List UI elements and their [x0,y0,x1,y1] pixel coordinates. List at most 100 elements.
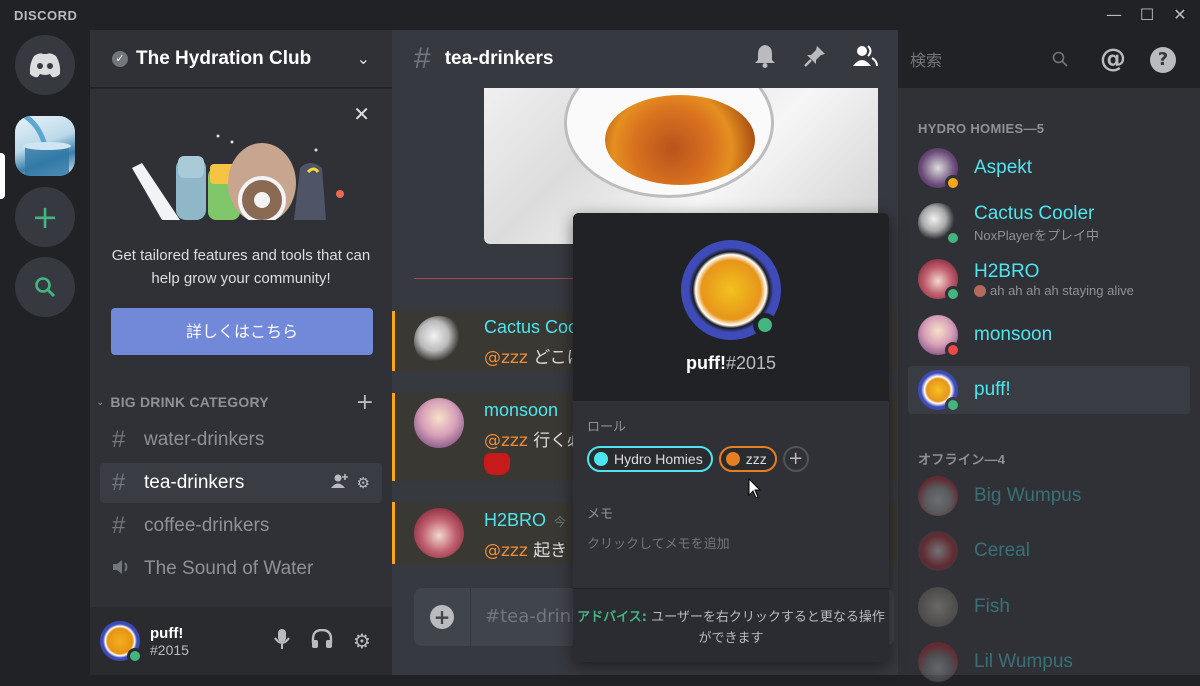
message-content: @zzz 行く必 [484,426,584,451]
explore-servers-button[interactable] [15,257,75,317]
discriminator: #2015 [725,353,777,373]
mention-highlight-bar [392,502,395,564]
user-settings-icon[interactable]: ⚙ [342,629,382,653]
active-server-indicator [0,153,5,199]
search-input[interactable]: 検索 [910,47,1052,71]
role-color-dot [725,452,740,466]
channel-coffee-drinkers[interactable]: # coffee-drinkers [100,506,382,546]
message-author[interactable]: H2BRO 今 [484,510,566,531]
popout-username: puff!#2015 [573,353,889,374]
member-item[interactable]: Big Wumpus [908,472,1190,520]
member-item[interactable]: Lil Wumpus [908,638,1190,686]
discord-wordmark: DISCORD [14,8,78,23]
close-icon[interactable]: ✕ [353,102,370,126]
home-button[interactable] [15,35,75,95]
protip: アドバイス: ユーザーを右クリックすると更なる操作ができます [573,588,889,662]
member-name: Cactus Cooler [974,202,1095,224]
member-item[interactable]: Aspekt [908,144,1190,192]
channel-the-sound-of-water[interactable]: The Sound of Water [100,549,382,589]
avatar[interactable] [100,621,143,664]
title-bar: DISCORD — ☐ ✕ [0,0,1200,30]
header-toolbar: 検索 @ ? [740,30,1188,88]
member-item[interactable]: monsoon [908,311,1190,359]
avatar[interactable] [414,398,464,448]
member-list-icon[interactable] [840,45,890,73]
upload-button[interactable]: + [414,605,470,629]
channel-label: water-drinkers [144,429,265,450]
roles-list: Hydro Homies zzz + [587,446,809,472]
create-channel-icon[interactable]: + [356,390,374,415]
user-panel: puff! #2015 ⚙ [90,607,392,675]
discord-logo-icon [29,53,61,78]
message-content: @zzz 起き [484,536,567,561]
hash-icon: # [112,426,126,453]
hash-icon: # [414,42,431,75]
member-activity: NoxPlayerをプレイ中 [974,227,1099,243]
pin-icon[interactable] [790,45,840,73]
member-item-selected[interactable]: puff! [908,366,1190,414]
member-name: monsoon [974,324,1053,345]
chevron-down-icon[interactable]: ⌄ [357,49,370,68]
custom-status-emoji [974,284,986,297]
activity-text: ah ah ah ah staying alive [990,282,1134,298]
note-label: メモ [587,507,614,522]
avatar [918,148,961,191]
guild-header[interactable]: ✓ The Hydration Club ⌄ [90,30,392,88]
channel-label: coffee-drinkers [144,515,270,536]
role-hydro-homies[interactable]: Hydro Homies [587,446,713,472]
community-illustration [132,134,344,220]
roles-label: ロール [587,420,627,435]
bell-icon[interactable] [740,44,790,74]
search-box[interactable]: 検索 [900,43,1078,75]
member-item[interactable]: H2BRO ah ah ah ah staying alive [908,255,1190,303]
water-glass-image [23,116,71,176]
close-window-button[interactable]: ✕ [1169,4,1191,26]
server-the-hydration-club[interactable] [15,116,75,176]
note-input[interactable]: クリックしてメモを追加 [587,533,730,552]
username: puff! [150,624,184,642]
channel-title: tea-drinkers [444,48,554,69]
member-activity: ah ah ah ah staying alive [974,283,1134,298]
chevron-down-icon: ⌄ [96,396,105,408]
member-name: H2BRO [974,260,1040,282]
channel-label: The Sound of Water [144,558,314,579]
maximize-button[interactable]: ☐ [1136,4,1158,26]
member-name: Cereal [974,540,1030,561]
cup-shape [564,88,774,198]
avatar[interactable] [414,316,464,366]
invite-user-icon[interactable] [330,473,349,493]
user-mention[interactable]: @zzz [484,541,528,561]
channel-tea-drinkers[interactable]: # tea-drinkers ⚙ [100,463,382,503]
user-mention[interactable]: @zzz [484,348,528,368]
role-zzz[interactable]: zzz [718,446,777,472]
mention-icon[interactable]: @ [1088,44,1138,74]
avatar [918,642,958,682]
microphone-icon[interactable] [262,628,302,655]
category-big-drink[interactable]: ⌄ BIG DRINK CATEGORY + [90,390,392,415]
timestamp: 今 [554,515,567,529]
member-item[interactable]: Cactus Cooler NoxPlayerをプレイ中 [908,199,1190,247]
avatar [918,476,958,516]
status-online-icon [127,648,143,664]
message-text: 起き [533,541,568,561]
channel-settings-icon[interactable]: ⚙ [357,474,370,492]
add-role-button[interactable]: + [782,446,809,472]
channel-water-drinkers[interactable]: # water-drinkers [100,420,382,460]
member-item[interactable]: Cereal [908,527,1190,575]
message-author[interactable]: monsoon [484,400,558,421]
mouse-cursor-icon [748,478,762,499]
add-server-button[interactable]: + [15,187,75,247]
protip-label: アドバイス: [577,610,647,625]
minimize-button[interactable]: — [1103,4,1125,26]
member-item[interactable]: Fish [908,583,1190,631]
role-color-dot [594,452,608,466]
user-info[interactable]: puff! #2015 [150,625,262,658]
headphones-icon[interactable] [302,628,342,654]
avatar[interactable] [414,508,464,558]
plus-circle-icon: + [430,605,454,629]
user-mention[interactable]: @zzz [484,431,528,451]
devil-emoji [484,453,510,475]
help-icon[interactable]: ? [1138,46,1188,73]
learn-more-button[interactable]: 詳しくはこちら [111,308,373,355]
user-tag: #2015 [150,641,189,658]
